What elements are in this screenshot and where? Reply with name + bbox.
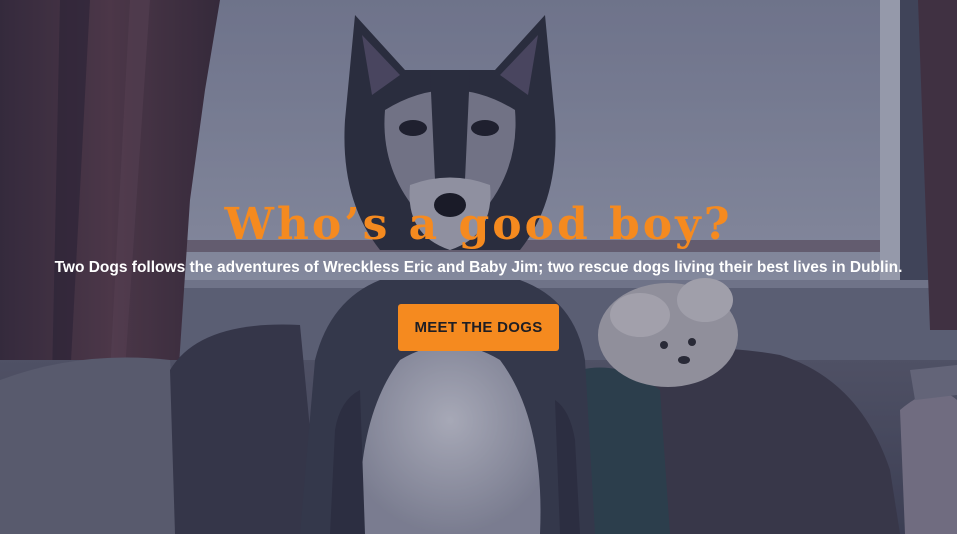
hero-section: Who’s a good boy? Two Dogs follows the a… [0,0,957,534]
hero-content: Who’s a good boy? Two Dogs follows the a… [0,195,957,351]
hero-subtitle: Two Dogs follows the adventures of Wreck… [54,259,903,276]
meet-the-dogs-button[interactable]: MEET THE DOGS [398,304,559,351]
hero-title: Who’s a good boy? [224,199,733,250]
